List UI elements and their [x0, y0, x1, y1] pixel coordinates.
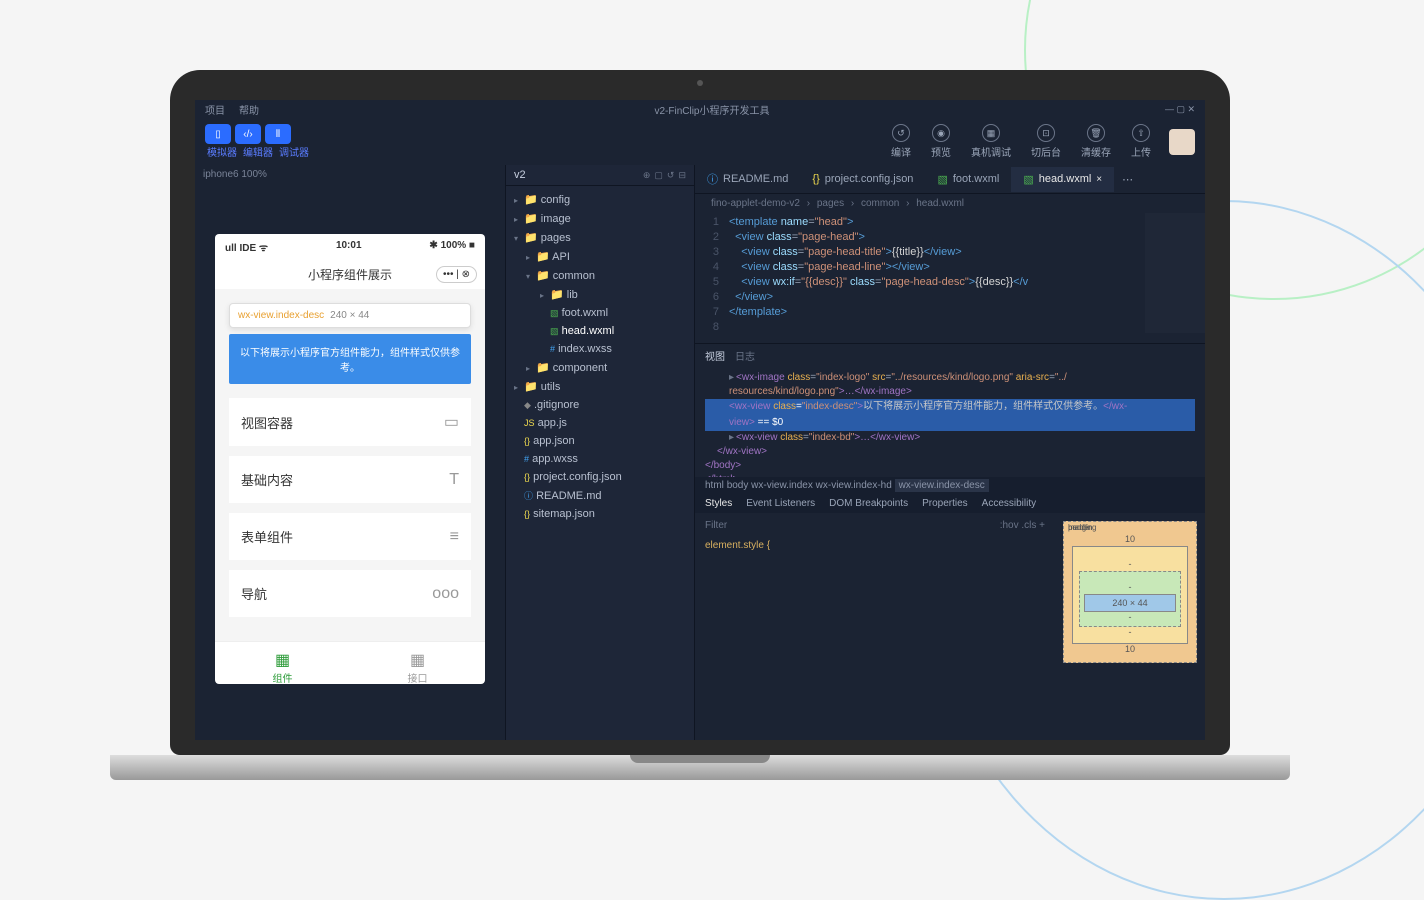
tree-item[interactable]: ◆ .gitignore [506, 396, 694, 414]
dom-breadcrumb[interactable]: html body wx-view.index wx-view.index-hd… [695, 477, 1205, 494]
menubar: 项目 帮助 v2-FinClip小程序开发工具 — ▢ ✕ [195, 100, 1205, 118]
category-item[interactable]: 基础内容T [229, 456, 471, 503]
file-explorer: v2 ⊕ ▢ ↺ ⊟ ▸📁 config▸📁 image▾📁 pages▸📁 A… [505, 165, 695, 740]
refresh-icon[interactable]: ↺ [667, 170, 675, 181]
mode-debugger-label: 调试器 [279, 144, 309, 159]
camera-dot [697, 80, 703, 86]
styles-panel[interactable]: Filter :hov .cls + element.style {</span… [695, 513, 1055, 740]
avatar[interactable] [1169, 129, 1195, 155]
tree-item[interactable]: ▸📁 component [506, 358, 694, 377]
category-item[interactable]: 导航ooo [229, 570, 471, 617]
mode-debugger-icon[interactable]: ⫴ [265, 124, 291, 144]
minimap[interactable] [1145, 213, 1205, 333]
window-title: v2-FinClip小程序开发工具 [654, 102, 769, 117]
menu-project[interactable]: 项目 [205, 102, 225, 117]
collapse-icon[interactable]: ⊟ [678, 170, 686, 181]
editor-tab[interactable]: ▧foot.wxml [925, 167, 1011, 192]
styles-filter-input[interactable]: Filter [705, 519, 727, 533]
tree-item[interactable]: ▸📁 image [506, 209, 694, 228]
phone-preview: ull IDE ᯤ 10:01 ✱ 100% ■ 小程序组件展示 ••• | ⊗… [215, 234, 485, 684]
mode-editor-label: 编辑器 [243, 144, 273, 159]
highlighted-element[interactable]: 以下将展示小程序官方组件能力，组件样式仅供参考。 [229, 334, 471, 384]
tree-item[interactable]: {} app.json [506, 432, 694, 450]
inspector-tooltip: wx-view.index-desc240 × 44 [229, 303, 471, 328]
styles-filter-tools[interactable]: :hov .cls + [1000, 519, 1045, 533]
tool-1[interactable]: ◉预览 [931, 124, 951, 159]
phone-time: 10:01 [336, 240, 362, 254]
dom-tree[interactable]: ▸<wx-image class="index-logo" src="../re… [695, 367, 1205, 477]
window-controls[interactable]: — ▢ ✕ [1165, 104, 1195, 115]
tool-3[interactable]: ⊡切后台 [1031, 124, 1061, 159]
mode-editor-icon[interactable]: ‹/› [235, 124, 261, 144]
simulator-device-label: iphone6 100% [195, 165, 505, 184]
tool-5[interactable]: ⇧上传 [1131, 124, 1151, 159]
category-item[interactable]: 表单组件≡ [229, 513, 471, 560]
styles-tab[interactable]: Properties [922, 498, 968, 509]
app-window: 项目 帮助 v2-FinClip小程序开发工具 — ▢ ✕ ▯ ‹/› ⫴ 模拟… [195, 100, 1205, 740]
phone-tab[interactable]: ▦组件 [215, 642, 350, 693]
box-model: margin10 border- padding- 240 × 44 - - 1 [1055, 513, 1205, 740]
tree-item[interactable]: ▾📁 pages [506, 228, 694, 247]
simulator-panel: iphone6 100% ull IDE ᯤ 10:01 ✱ 100% ■ 小程… [195, 165, 505, 740]
styles-tab[interactable]: Styles [705, 498, 732, 509]
styles-tab[interactable]: Accessibility [982, 498, 1036, 509]
tree-item[interactable]: ▸📁 lib [506, 285, 694, 304]
styles-tab[interactable]: DOM Breakpoints [829, 498, 908, 509]
category-item[interactable]: 视图容器▭ [229, 398, 471, 446]
editor-panel: ⓘREADME.md{}project.config.json▧foot.wxm… [695, 165, 1205, 740]
new-folder-icon[interactable]: ▢ [654, 170, 663, 181]
breadcrumb[interactable]: fino-applet-demo-v2 › pages › common › h… [695, 194, 1205, 213]
mode-simulator-label: 模拟器 [207, 144, 237, 159]
phone-capsule[interactable]: ••• | ⊗ [436, 266, 477, 283]
tree-item[interactable]: ▾📁 common [506, 266, 694, 285]
phone-page-title: 小程序组件展示 [308, 266, 392, 283]
devtools-tab-view[interactable]: 视图 [705, 348, 725, 363]
tree-item[interactable]: # index.wxss [506, 340, 694, 358]
tool-0[interactable]: ↺编译 [891, 124, 911, 159]
phone-tab[interactable]: ▦接口 [350, 642, 485, 693]
tool-4[interactable]: 🗑清缓存 [1081, 124, 1111, 159]
devtools-tab-log[interactable]: 日志 [735, 348, 755, 363]
phone-status-left: ull IDE ᯤ [225, 240, 268, 254]
editor-tab[interactable]: {}project.config.json [800, 167, 925, 191]
tree-item[interactable]: ⓘ README.md [506, 486, 694, 505]
tree-item[interactable]: {} sitemap.json [506, 505, 694, 523]
tree-item[interactable]: ▸📁 utils [506, 377, 694, 396]
new-file-icon[interactable]: ⊕ [643, 170, 651, 181]
tree-item[interactable]: {} project.config.json [506, 468, 694, 486]
menu-help[interactable]: 帮助 [239, 102, 259, 117]
editor-tab[interactable]: ⓘREADME.md [695, 165, 800, 193]
styles-tab[interactable]: Event Listeners [746, 498, 815, 509]
editor-tab[interactable]: ▧head.wxml× [1011, 167, 1114, 192]
code-editor[interactable]: 1<template name="head">2 <view class="pa… [695, 213, 1205, 337]
tree-item[interactable]: ▧ head.wxml [506, 322, 694, 340]
phone-status-right: ✱ 100% ■ [429, 240, 475, 254]
tool-2[interactable]: ▦真机调试 [971, 124, 1011, 159]
toolbar: ▯ ‹/› ⫴ 模拟器 编辑器 调试器 ↺编译 ◉预览 ▦真机调试 ⊡切后台 🗑清缓存 ⇧… [195, 118, 1205, 165]
tree-root-label: v2 [514, 169, 526, 181]
tree-item[interactable]: JS app.js [506, 414, 694, 432]
tree-item[interactable]: # app.wxss [506, 450, 694, 468]
tree-item[interactable]: ▸📁 API [506, 247, 694, 266]
tab-overflow-icon[interactable]: ⋯ [1114, 173, 1141, 186]
tree-item[interactable]: ▧ foot.wxml [506, 304, 694, 322]
laptop-frame: 项目 帮助 v2-FinClip小程序开发工具 — ▢ ✕ ▯ ‹/› ⫴ 模拟… [170, 70, 1230, 780]
tree-item[interactable]: ▸📁 config [506, 190, 694, 209]
devtools: 视图 日志 ▸<wx-image class="index-logo" src=… [695, 343, 1205, 740]
mode-simulator-icon[interactable]: ▯ [205, 124, 231, 144]
